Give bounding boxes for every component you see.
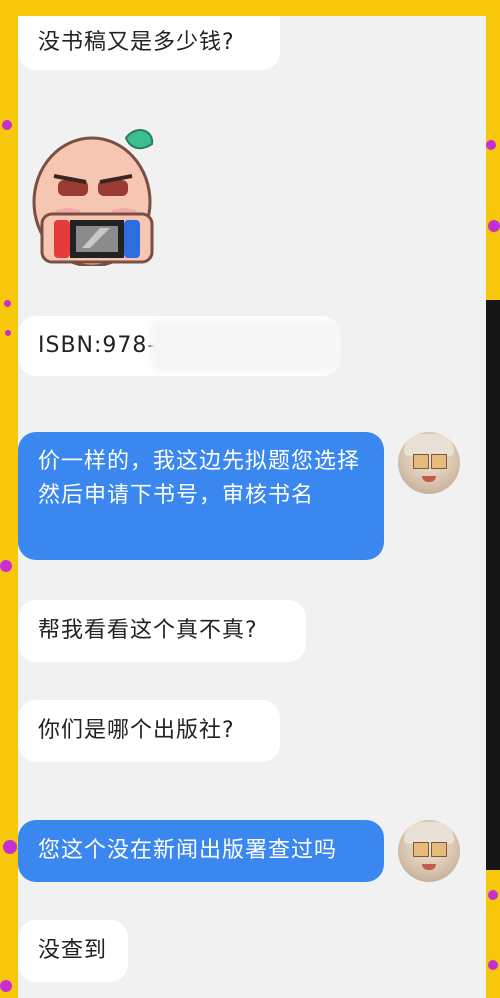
message-bubble-outgoing[interactable]: 您这个没在新闻出版署查过吗 bbox=[18, 820, 384, 882]
decor-dot bbox=[5, 330, 11, 336]
user-avatar-icon[interactable] bbox=[398, 820, 460, 882]
decor-dot bbox=[3, 840, 17, 854]
message-text: 没书稿又是多少钱? bbox=[38, 30, 235, 55]
message-bubble-incoming[interactable]: 没书稿又是多少钱? bbox=[18, 16, 280, 70]
message-text: 帮我看看这个真不真? bbox=[38, 618, 258, 643]
message-bubble-outgoing[interactable]: 价一样的，我这边先拟题您选择 然后申请下书号，审核书名 bbox=[18, 432, 384, 560]
decor-dot bbox=[488, 220, 500, 232]
decor-dot bbox=[488, 960, 498, 970]
decor-dot bbox=[4, 300, 11, 307]
gaming-character-sticker-icon bbox=[28, 122, 168, 268]
message-text: 价一样的，我这边先拟题您选择 然后申请下书号，审核书名 bbox=[38, 449, 361, 508]
user-avatar-icon[interactable] bbox=[398, 432, 460, 494]
redaction-blur bbox=[150, 320, 340, 372]
message-bubble-incoming[interactable]: 你们是哪个出版社? bbox=[18, 700, 280, 762]
isbn-text: ISBN:978- bbox=[38, 333, 157, 358]
message-text: 没查到 bbox=[38, 938, 108, 963]
message-bubble-incoming[interactable]: 帮我看看这个真不真? bbox=[18, 600, 306, 662]
decor-dot bbox=[2, 120, 12, 130]
decor-dot bbox=[488, 890, 498, 900]
decor-dot bbox=[486, 140, 496, 150]
decor-dot bbox=[0, 560, 12, 572]
message-bubble-incoming[interactable]: 没查到 bbox=[18, 920, 128, 982]
decor-dot bbox=[0, 980, 12, 992]
background-photo-edge bbox=[486, 300, 500, 870]
message-text: 你们是哪个出版社? bbox=[38, 718, 235, 743]
message-text: 您这个没在新闻出版署查过吗 bbox=[38, 838, 338, 863]
